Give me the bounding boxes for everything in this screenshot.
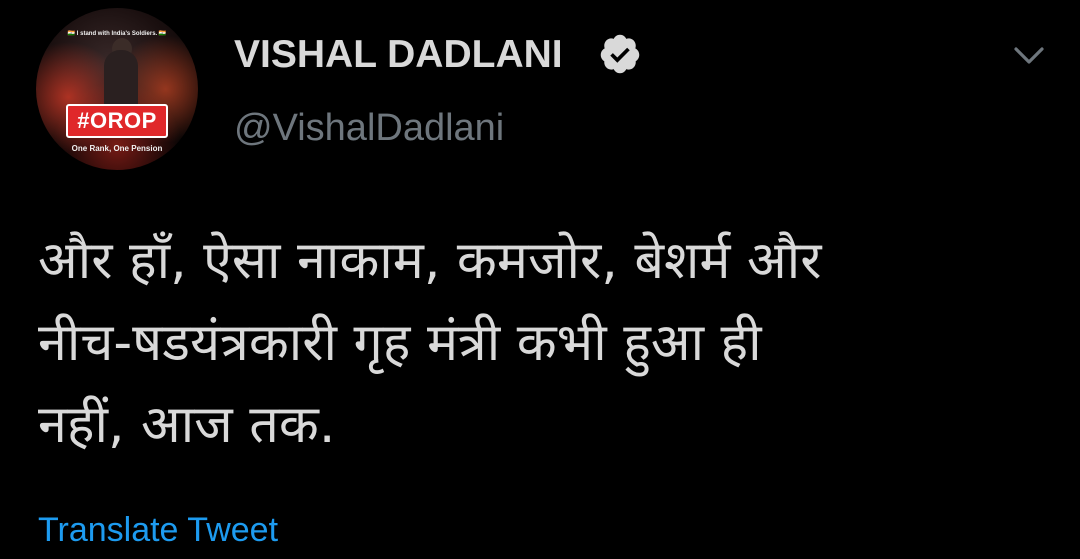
avatar-sub-caption: One Rank, One Pension <box>71 144 163 153</box>
tweet-card: 🇮🇳 I stand with India's Soldiers. 🇮🇳 #OR… <box>0 0 1080 559</box>
chevron-down-icon[interactable] <box>1009 36 1049 76</box>
author-display-name[interactable]: VISHAL DADLANI <box>234 30 563 80</box>
avatar-orop-badge: #OROP <box>66 104 168 138</box>
translate-tweet-link[interactable]: Translate Tweet <box>38 508 278 552</box>
verified-badge-icon <box>600 34 640 74</box>
avatar-top-caption: 🇮🇳 I stand with India's Soldiers. 🇮🇳 <box>67 31 167 37</box>
author-handle[interactable]: @VishalDadlani <box>234 104 504 152</box>
avatar[interactable]: 🇮🇳 I stand with India's Soldiers. 🇮🇳 #OR… <box>36 8 198 170</box>
tweet-text: और हाँ, ऐसा नाकाम, कमजोर, बेशर्म और नीच-… <box>38 231 822 455</box>
